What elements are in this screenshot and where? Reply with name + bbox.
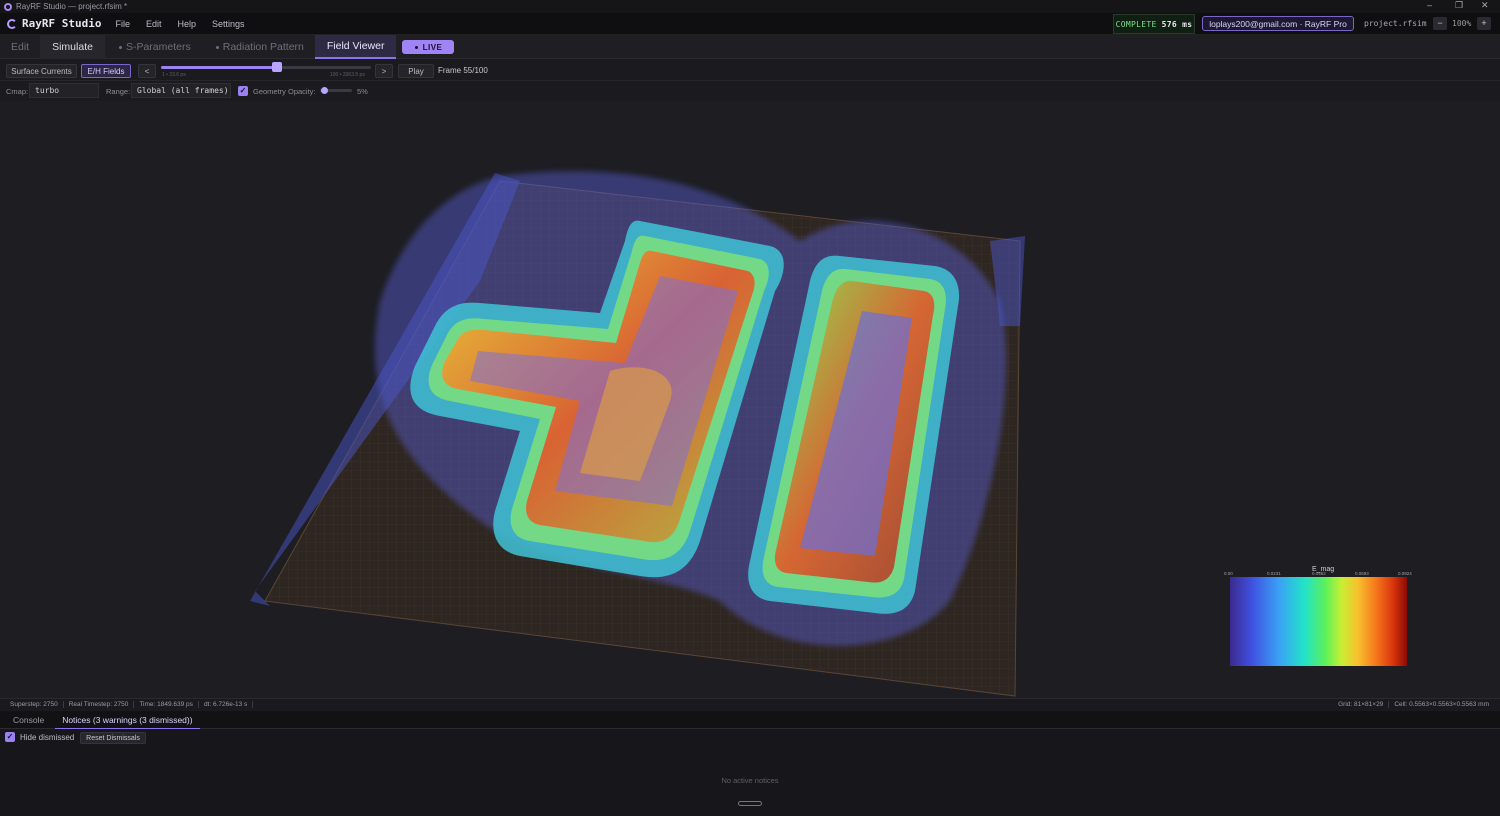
maximize-icon[interactable]: ❐ bbox=[1455, 0, 1463, 11]
hide-dismissed-label: Hide dismissed bbox=[20, 733, 75, 742]
frame-counter: Frame 55/100 bbox=[438, 66, 488, 75]
eh-fields-button[interactable]: E/H Fields bbox=[81, 64, 131, 78]
range-label: Range: bbox=[106, 87, 131, 96]
live-dot-icon bbox=[414, 45, 418, 49]
zoom-out-button[interactable]: − bbox=[1433, 17, 1447, 30]
status-time: 576 ms bbox=[1161, 19, 1193, 29]
tab-simulate-label: Simulate bbox=[52, 41, 93, 53]
zoom-in-button[interactable]: + bbox=[1477, 17, 1491, 30]
close-icon[interactable]: ✕ bbox=[1481, 0, 1489, 11]
superstep: Superstep: 2750 bbox=[0, 701, 64, 708]
main-tab-bar: Edit Simulate S-Parameters Radiation Pat… bbox=[0, 35, 1500, 59]
zoom-level: 100% bbox=[1452, 19, 1472, 28]
menu-help[interactable]: Help bbox=[178, 19, 197, 29]
app-logo-icon bbox=[4, 2, 12, 11]
colorbar-tick: 0.00 bbox=[1224, 571, 1233, 576]
sim-dt: dt: 6.726e-13 s bbox=[199, 701, 254, 708]
colorbar bbox=[1230, 577, 1407, 666]
play-button[interactable]: Play bbox=[398, 64, 434, 78]
frame-slider-handle[interactable] bbox=[271, 62, 282, 72]
status-label: COMPLETE bbox=[1115, 19, 1157, 29]
opacity-slider[interactable] bbox=[320, 87, 352, 94]
surface-currents-button[interactable]: Surface Currents bbox=[6, 64, 77, 78]
tab-simulate[interactable]: Simulate bbox=[40, 35, 105, 59]
menu-settings[interactable]: Settings bbox=[212, 19, 245, 29]
cell-size: Cell: 0.5563×0.5563×0.5563 mm bbox=[1394, 701, 1489, 708]
bottom-panel-tabs: Console Notices (3 warnings (3 dismissed… bbox=[0, 711, 1500, 729]
reset-dismissals-button[interactable]: Reset Dismissals bbox=[80, 732, 146, 744]
next-frame-button[interactable]: > bbox=[375, 64, 393, 78]
sim-time: Time: 1849.639 ps bbox=[134, 701, 199, 708]
menu-edit[interactable]: Edit bbox=[146, 19, 162, 29]
tab-s-parameters[interactable]: S-Parameters bbox=[105, 35, 202, 59]
os-window-title: RayRF Studio — project.rfsim * bbox=[16, 2, 128, 11]
cmap-select[interactable]: turbo bbox=[29, 83, 99, 98]
hide-dismissed-checkbox[interactable]: ✓ bbox=[5, 732, 15, 742]
tab-edit-label: Edit bbox=[11, 41, 30, 53]
tab-radiation-pattern[interactable]: Radiation Pattern bbox=[202, 35, 315, 59]
colorbar-tick: 0.0231 bbox=[1267, 571, 1281, 576]
range-select[interactable]: Global (all frames) bbox=[131, 83, 231, 98]
simulation-status-badge: COMPLETE 576 ms bbox=[1113, 14, 1195, 34]
tab-console[interactable]: Console bbox=[0, 711, 51, 729]
frame-slider-fill bbox=[161, 66, 277, 69]
frame-slider[interactable] bbox=[161, 62, 371, 72]
colorbar-tick: 0.0924 bbox=[1398, 571, 1412, 576]
menu-file[interactable]: File bbox=[115, 19, 130, 29]
tab-dot-icon bbox=[215, 45, 219, 49]
opacity-value: 5% bbox=[357, 87, 368, 96]
playback-toolbar bbox=[0, 60, 1500, 81]
geometry-label: Geometry bbox=[253, 87, 286, 96]
live-label: LIVE bbox=[422, 42, 443, 52]
tab-dot-icon bbox=[118, 45, 122, 49]
field-viewport[interactable]: E_mag 0.00 0.0231 0.0462 0.0693 0.0924 bbox=[0, 101, 1500, 698]
panel-resize-handle[interactable] bbox=[738, 801, 762, 806]
project-name: project.rfsim bbox=[1364, 19, 1427, 28]
geometry-checkbox[interactable]: ✓ bbox=[238, 86, 248, 96]
status-bar-right: Grid: 81×81×29 Cell: 0.5563×0.5563×0.556… bbox=[1333, 701, 1494, 708]
tab-radiation-pattern-label: Radiation Pattern bbox=[222, 41, 304, 53]
grid-size: Grid: 81×81×29 bbox=[1333, 701, 1390, 708]
status-bar: Superstep: 2750 Real Timestep: 2750 Time… bbox=[0, 698, 1500, 710]
minimize-icon[interactable]: – bbox=[1427, 0, 1432, 10]
brand-name: RayRF Studio bbox=[22, 17, 102, 30]
tab-field-viewer-label: Field Viewer bbox=[326, 40, 385, 52]
cmap-label: Cmap: bbox=[6, 87, 29, 96]
tab-field-viewer[interactable]: Field Viewer bbox=[314, 35, 397, 59]
slider-max-caption: 100 • 3363.5 ps bbox=[330, 72, 365, 78]
tab-s-parameters-label: S-Parameters bbox=[125, 41, 191, 53]
rayrf-logo-icon bbox=[7, 18, 17, 29]
empty-notices-message: No active notices bbox=[721, 776, 779, 785]
colorbar-tick: 0.0462 bbox=[1312, 571, 1326, 576]
live-badge[interactable]: LIVE bbox=[402, 40, 455, 54]
opacity-label: Opacity: bbox=[288, 87, 316, 96]
opacity-slider-handle[interactable] bbox=[320, 87, 328, 94]
tab-edit[interactable]: Edit bbox=[0, 35, 40, 59]
real-timestep: Real Timestep: 2750 bbox=[64, 701, 135, 708]
slider-min-caption: 1 • 33.6 ps bbox=[162, 72, 186, 78]
prev-frame-button[interactable]: < bbox=[138, 64, 156, 78]
brand: RayRF Studio bbox=[7, 17, 101, 30]
tab-notices[interactable]: Notices (3 warnings (3 dismissed)) bbox=[55, 711, 200, 729]
account-button[interactable]: loplays200@gmail.com · RayRF Pro bbox=[1202, 16, 1354, 31]
os-title-bar: RayRF Studio — project.rfsim * – ❐ ✕ bbox=[0, 0, 1500, 13]
colorbar-tick: 0.0693 bbox=[1355, 571, 1369, 576]
